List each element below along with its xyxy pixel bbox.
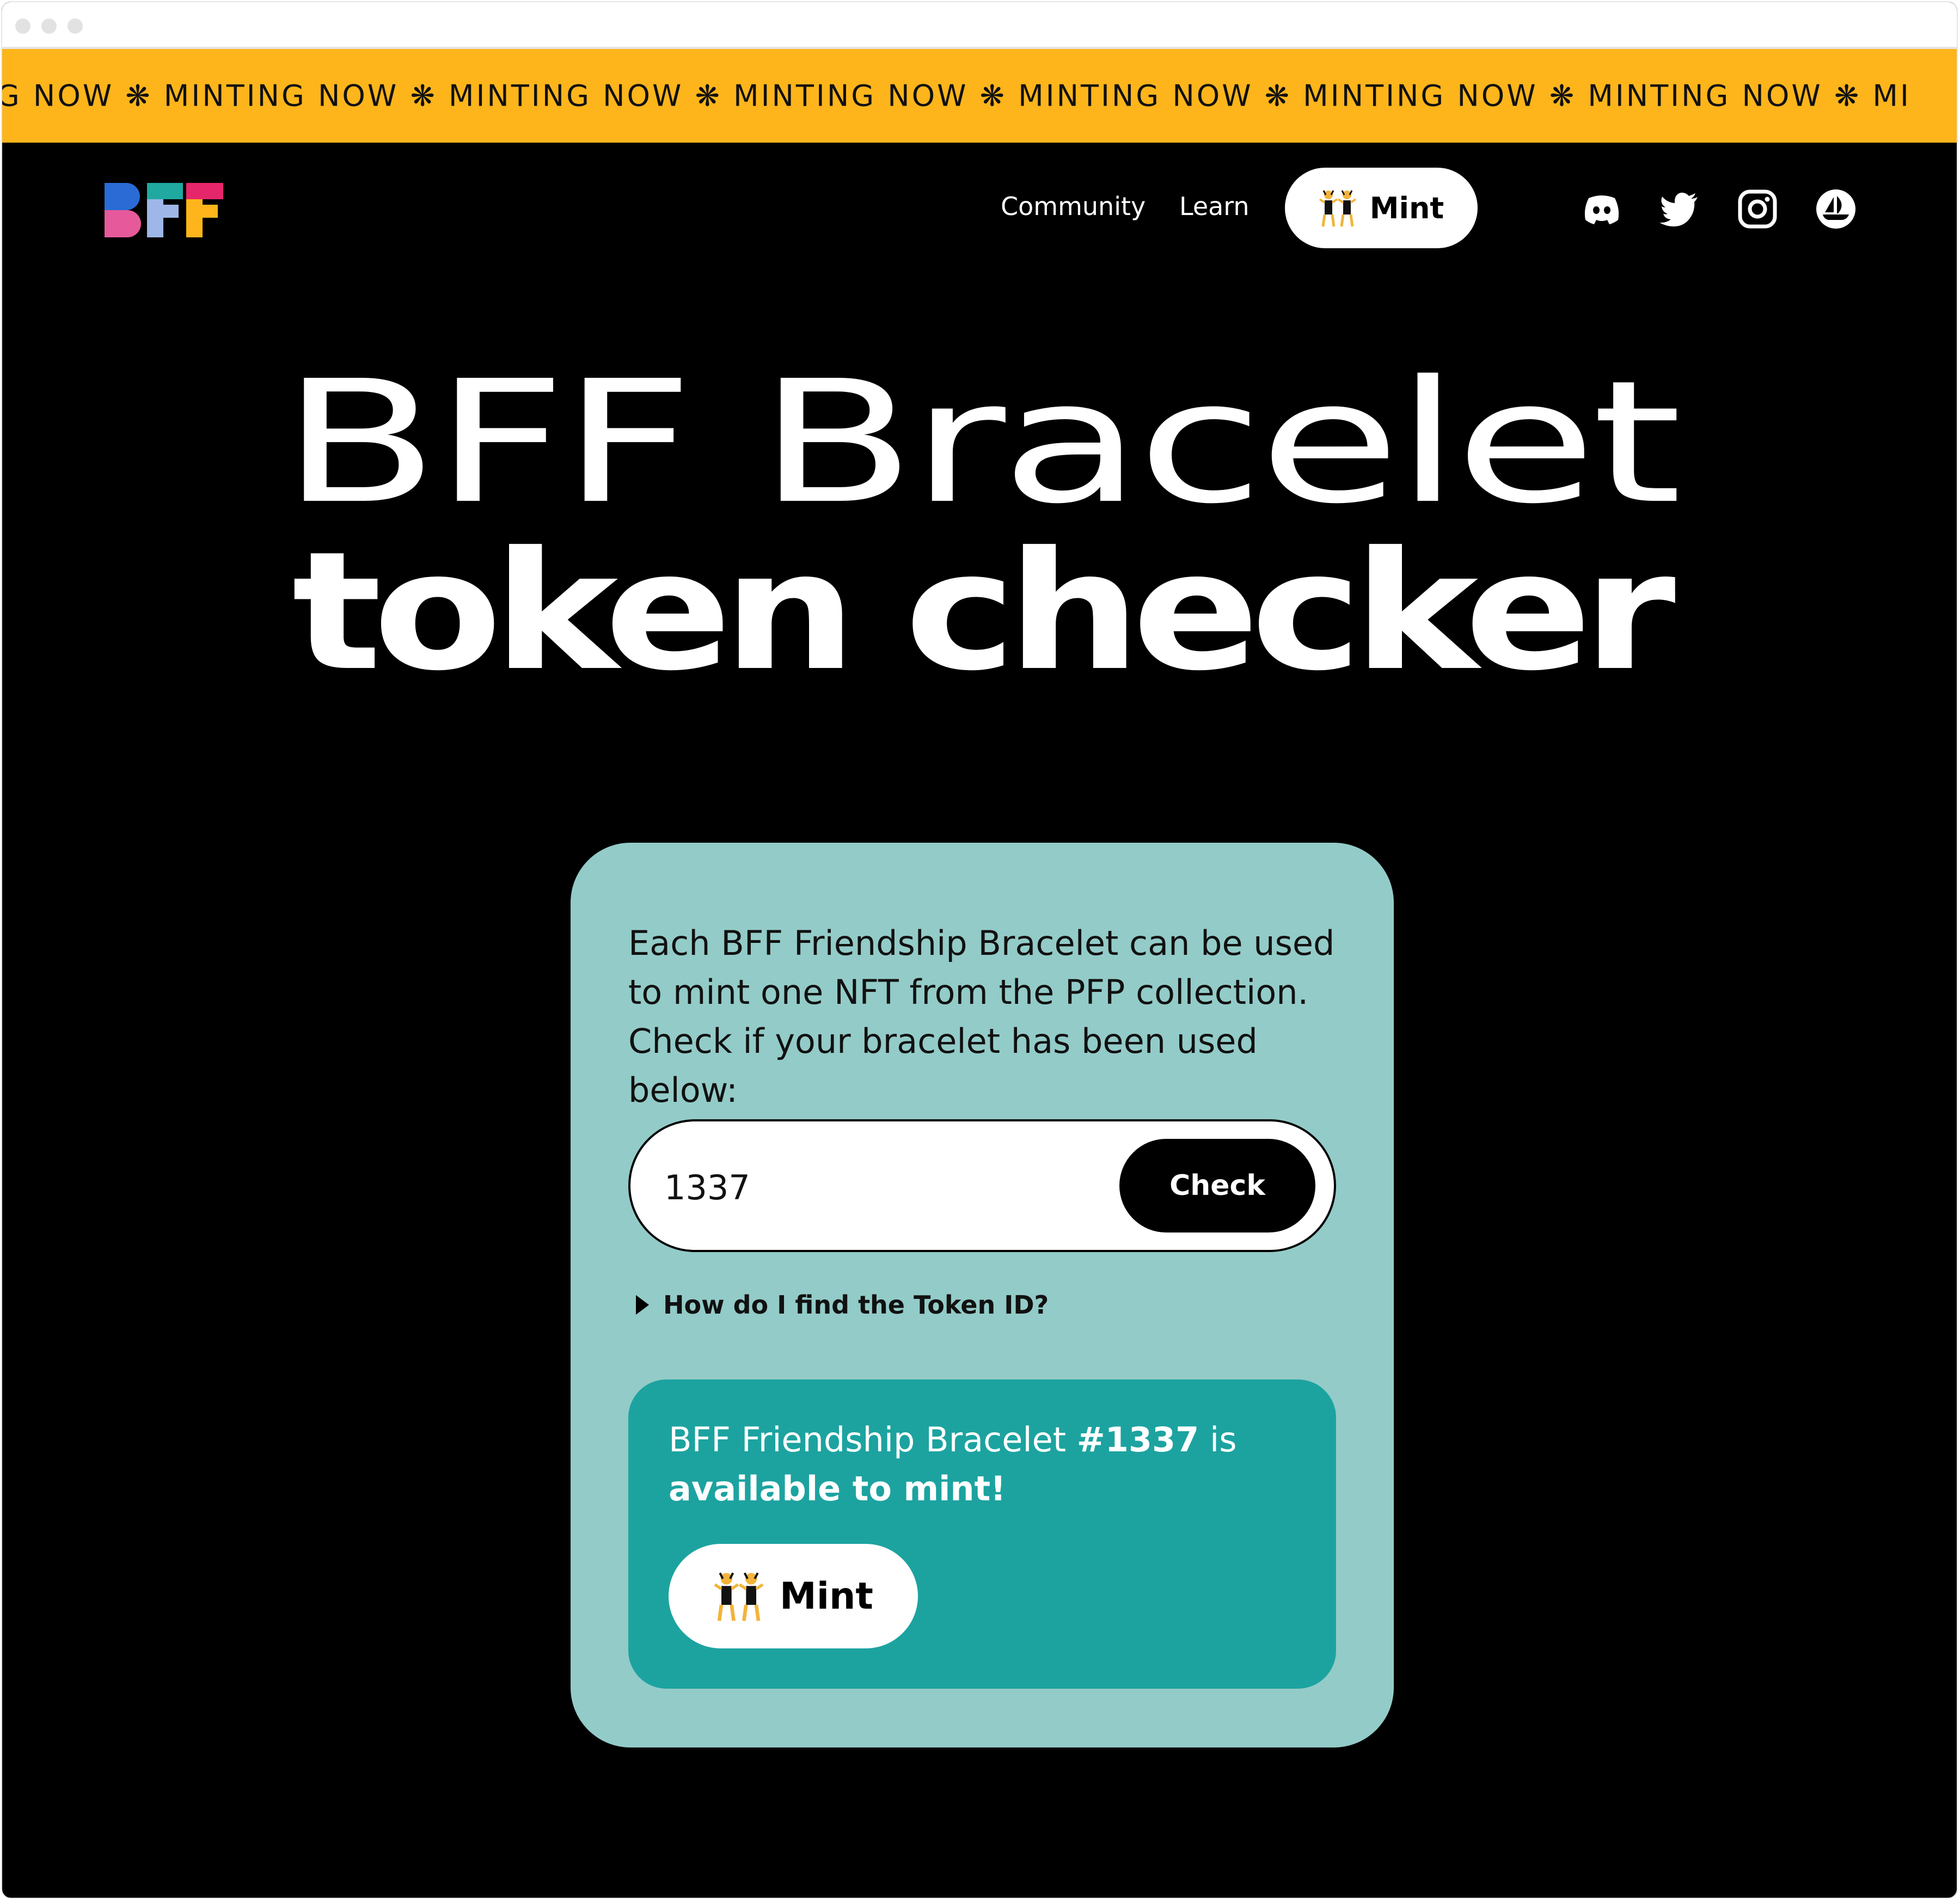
nav-mint-label: Mint — [1369, 191, 1444, 225]
nav-mint-button[interactable]: Mint — [1285, 168, 1478, 248]
result-message: BFF Friendship Bracelet #1337 is availab… — [669, 1415, 1289, 1513]
nav-learn-link[interactable]: Learn — [1179, 192, 1250, 221]
card-description: Each BFF Friendship Bracelet can be used… — [628, 923, 1335, 1110]
site-header: Community Learn Mint — [2, 143, 1957, 273]
result-mint-button[interactable]: Mint — [669, 1544, 918, 1648]
dancers-icon — [714, 1572, 764, 1621]
token-id-input[interactable] — [663, 1143, 1090, 1231]
twitter-icon[interactable] — [1659, 188, 1701, 230]
result-mint-label: Mint — [780, 1574, 873, 1618]
title-bar — [2, 2, 1957, 49]
browser-window: IG NOW ❋ MINTING NOW ❋ MINTING NOW ❋ MIN… — [1, 1, 1958, 1899]
result-status: available to mint! — [669, 1469, 1006, 1508]
result-mid: is — [1210, 1420, 1237, 1460]
opensea-icon[interactable] — [1815, 188, 1857, 230]
token-checker-card: Each BFF Friendship Bracelet can be used… — [571, 843, 1394, 1747]
discord-icon[interactable] — [1581, 188, 1622, 230]
bff-logo[interactable] — [105, 183, 224, 237]
result-token: #1337 — [1076, 1420, 1199, 1460]
instagram-icon[interactable] — [1737, 188, 1778, 230]
marquee-text: IG NOW ❋ MINTING NOW ❋ MINTING NOW ❋ MIN… — [2, 78, 1911, 113]
token-form: Check — [628, 1119, 1336, 1252]
window-dot-minimize[interactable] — [41, 19, 57, 34]
disclosure-triangle-icon — [636, 1295, 649, 1315]
token-id-help-toggle[interactable]: How do I find the Token ID? — [636, 1290, 1049, 1320]
hero-title-line2: token checker — [292, 517, 1676, 707]
hero-title-line1: BFF Bracelet — [281, 345, 1682, 541]
minting-marquee[interactable]: IG NOW ❋ MINTING NOW ❋ MINTING NOW ❋ MIN… — [2, 49, 1957, 143]
faq-label: How do I find the Token ID? — [663, 1290, 1049, 1320]
check-button[interactable]: Check — [1119, 1139, 1315, 1232]
result-panel: BFF Friendship Bracelet #1337 is availab… — [628, 1379, 1336, 1689]
nav-community-link[interactable]: Community — [1001, 192, 1146, 221]
result-prefix: BFF Friendship Bracelet — [669, 1420, 1067, 1460]
window-dot-close[interactable] — [15, 19, 30, 34]
window-dot-maximize[interactable] — [68, 19, 83, 34]
dancers-icon — [1319, 190, 1356, 227]
